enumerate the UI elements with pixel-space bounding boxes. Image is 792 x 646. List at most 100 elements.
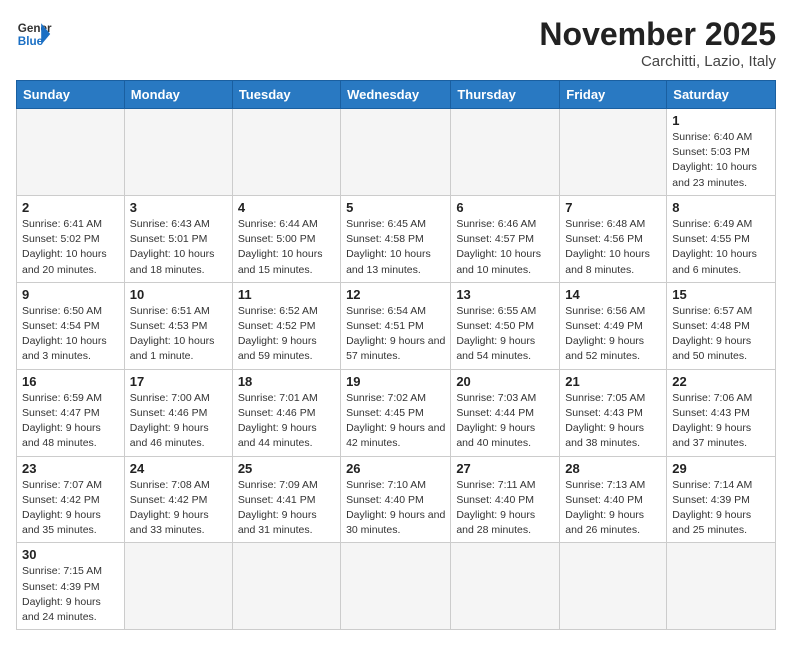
weekday-header-monday: Monday: [124, 81, 232, 109]
day-number: 15: [672, 287, 770, 302]
day-info: Sunrise: 6:43 AM Sunset: 5:01 PM Dayligh…: [130, 217, 227, 278]
calendar-cell: 21 Sunrise: 7:05 AM Sunset: 4:43 PM Dayli…: [560, 369, 667, 456]
day-info: Sunrise: 7:14 AM Sunset: 4:39 PM Dayligh…: [672, 478, 770, 539]
calendar-cell: 13 Sunrise: 6:55 AM Sunset: 4:50 PM Dayli…: [451, 282, 560, 369]
day-number: 1: [672, 113, 770, 128]
day-info: Sunrise: 6:54 AM Sunset: 4:51 PM Dayligh…: [346, 304, 445, 365]
calendar-week-row: 1 Sunrise: 6:40 AM Sunset: 5:03 PM Daylig…: [17, 109, 776, 196]
day-number: 2: [22, 200, 119, 215]
day-info: Sunrise: 7:15 AM Sunset: 4:39 PM Dayligh…: [22, 564, 119, 625]
day-info: Sunrise: 7:06 AM Sunset: 4:43 PM Dayligh…: [672, 391, 770, 452]
calendar-cell: 11 Sunrise: 6:52 AM Sunset: 4:52 PM Dayli…: [232, 282, 340, 369]
weekday-header-wednesday: Wednesday: [341, 81, 451, 109]
weekday-header-tuesday: Tuesday: [232, 81, 340, 109]
calendar-cell: [124, 109, 232, 196]
day-number: 3: [130, 200, 227, 215]
calendar-cell: 28Sunrise: 7:13 AM Sunset: 4:40 PM Dayli…: [560, 456, 667, 543]
calendar-cell: 1 Sunrise: 6:40 AM Sunset: 5:03 PM Daylig…: [667, 109, 776, 196]
calendar-week-row: 2 Sunrise: 6:41 AM Sunset: 5:02 PM Daylig…: [17, 195, 776, 282]
day-number: 12: [346, 287, 445, 302]
day-number: 4: [238, 200, 335, 215]
calendar-cell: 15 Sunrise: 6:57 AM Sunset: 4:48 PM Dayli…: [667, 282, 776, 369]
title-area: November 2025 Carchitti, Lazio, Italy: [539, 16, 776, 70]
weekday-header-friday: Friday: [560, 81, 667, 109]
day-info: Sunrise: 6:55 AM Sunset: 4:50 PM Dayligh…: [456, 304, 554, 365]
day-number: 27: [456, 461, 554, 476]
day-number: 20: [456, 374, 554, 389]
calendar-cell: 3 Sunrise: 6:43 AM Sunset: 5:01 PM Daylig…: [124, 195, 232, 282]
calendar-week-row: 30 Sunrise: 7:15 AM Sunset: 4:39 PM Dayli…: [17, 543, 776, 630]
day-number: 28: [565, 461, 661, 476]
day-info: Sunrise: 7:01 AM Sunset: 4:46 PM Dayligh…: [238, 391, 335, 452]
page-header: General Blue November 2025 Carchitti, La…: [16, 16, 776, 70]
day-number: 26: [346, 461, 445, 476]
day-info: Sunrise: 7:07 AM Sunset: 4:42 PM Dayligh…: [22, 478, 119, 539]
logo-icon: General Blue: [16, 16, 52, 52]
logo: General Blue: [16, 16, 52, 52]
day-number: 5: [346, 200, 445, 215]
calendar-cell: 10 Sunrise: 6:51 AM Sunset: 4:53 PM Dayli…: [124, 282, 232, 369]
month-title: November 2025: [539, 16, 776, 53]
day-info: Sunrise: 6:46 AM Sunset: 4:57 PM Dayligh…: [456, 217, 554, 278]
calendar-cell: 17Sunrise: 7:00 AM Sunset: 4:46 PM Dayli…: [124, 369, 232, 456]
calendar-cell: 20 Sunrise: 7:03 AM Sunset: 4:44 PM Dayli…: [451, 369, 560, 456]
calendar-cell: [667, 543, 776, 630]
calendar-week-row: 9Sunrise: 6:50 AM Sunset: 4:54 PM Daylig…: [17, 282, 776, 369]
calendar-week-row: 23 Sunrise: 7:07 AM Sunset: 4:42 PM Dayli…: [17, 456, 776, 543]
calendar-cell: 30 Sunrise: 7:15 AM Sunset: 4:39 PM Dayli…: [17, 543, 125, 630]
day-number: 11: [238, 287, 335, 302]
day-number: 14: [565, 287, 661, 302]
day-number: 6: [456, 200, 554, 215]
day-info: Sunrise: 6:44 AM Sunset: 5:00 PM Dayligh…: [238, 217, 335, 278]
day-info: Sunrise: 6:51 AM Sunset: 4:53 PM Dayligh…: [130, 304, 227, 365]
day-number: 30: [22, 547, 119, 562]
calendar-cell: [341, 543, 451, 630]
calendar-cell: [560, 543, 667, 630]
calendar-cell: 27 Sunrise: 7:11 AM Sunset: 4:40 PM Dayli…: [451, 456, 560, 543]
day-info: Sunrise: 7:03 AM Sunset: 4:44 PM Dayligh…: [456, 391, 554, 452]
day-info: Sunrise: 6:56 AM Sunset: 4:49 PM Dayligh…: [565, 304, 661, 365]
calendar-cell: [451, 109, 560, 196]
day-number: 10: [130, 287, 227, 302]
calendar-cell: [232, 109, 340, 196]
day-info: Sunrise: 6:48 AM Sunset: 4:56 PM Dayligh…: [565, 217, 661, 278]
day-info: Sunrise: 7:08 AM Sunset: 4:42 PM Dayligh…: [130, 478, 227, 539]
calendar-cell: 18Sunrise: 7:01 AM Sunset: 4:46 PM Dayli…: [232, 369, 340, 456]
calendar-cell: 24Sunrise: 7:08 AM Sunset: 4:42 PM Dayli…: [124, 456, 232, 543]
calendar-cell: 2 Sunrise: 6:41 AM Sunset: 5:02 PM Daylig…: [17, 195, 125, 282]
day-number: 9: [22, 287, 119, 302]
day-info: Sunrise: 6:52 AM Sunset: 4:52 PM Dayligh…: [238, 304, 335, 365]
calendar-cell: [451, 543, 560, 630]
day-number: 21: [565, 374, 661, 389]
day-info: Sunrise: 6:40 AM Sunset: 5:03 PM Dayligh…: [672, 130, 770, 191]
calendar-table: SundayMondayTuesdayWednesdayThursdayFrid…: [16, 80, 776, 630]
day-number: 7: [565, 200, 661, 215]
day-number: 17: [130, 374, 227, 389]
day-info: Sunrise: 6:49 AM Sunset: 4:55 PM Dayligh…: [672, 217, 770, 278]
calendar-cell: 26 Sunrise: 7:10 AM Sunset: 4:40 PM Dayli…: [341, 456, 451, 543]
day-info: Sunrise: 6:45 AM Sunset: 4:58 PM Dayligh…: [346, 217, 445, 278]
calendar-cell: 19Sunrise: 7:02 AM Sunset: 4:45 PM Dayli…: [341, 369, 451, 456]
calendar-cell: 5 Sunrise: 6:45 AM Sunset: 4:58 PM Daylig…: [341, 195, 451, 282]
calendar-cell: [17, 109, 125, 196]
day-info: Sunrise: 7:02 AM Sunset: 4:45 PM Dayligh…: [346, 391, 445, 452]
day-number: 23: [22, 461, 119, 476]
weekday-header-row: SundayMondayTuesdayWednesdayThursdayFrid…: [17, 81, 776, 109]
calendar-cell: 23 Sunrise: 7:07 AM Sunset: 4:42 PM Dayli…: [17, 456, 125, 543]
calendar-cell: 25Sunrise: 7:09 AM Sunset: 4:41 PM Dayli…: [232, 456, 340, 543]
location-title: Carchitti, Lazio, Italy: [539, 53, 776, 70]
day-number: 22: [672, 374, 770, 389]
day-info: Sunrise: 6:41 AM Sunset: 5:02 PM Dayligh…: [22, 217, 119, 278]
weekday-header-saturday: Saturday: [667, 81, 776, 109]
day-info: Sunrise: 7:11 AM Sunset: 4:40 PM Dayligh…: [456, 478, 554, 539]
day-info: Sunrise: 7:10 AM Sunset: 4:40 PM Dayligh…: [346, 478, 445, 539]
day-info: Sunrise: 7:05 AM Sunset: 4:43 PM Dayligh…: [565, 391, 661, 452]
calendar-cell: 7 Sunrise: 6:48 AM Sunset: 4:56 PM Daylig…: [560, 195, 667, 282]
weekday-header-sunday: Sunday: [17, 81, 125, 109]
day-info: Sunrise: 6:57 AM Sunset: 4:48 PM Dayligh…: [672, 304, 770, 365]
calendar-cell: [560, 109, 667, 196]
day-info: Sunrise: 7:09 AM Sunset: 4:41 PM Dayligh…: [238, 478, 335, 539]
day-number: 8: [672, 200, 770, 215]
day-number: 13: [456, 287, 554, 302]
calendar-week-row: 16Sunrise: 6:59 AM Sunset: 4:47 PM Dayli…: [17, 369, 776, 456]
